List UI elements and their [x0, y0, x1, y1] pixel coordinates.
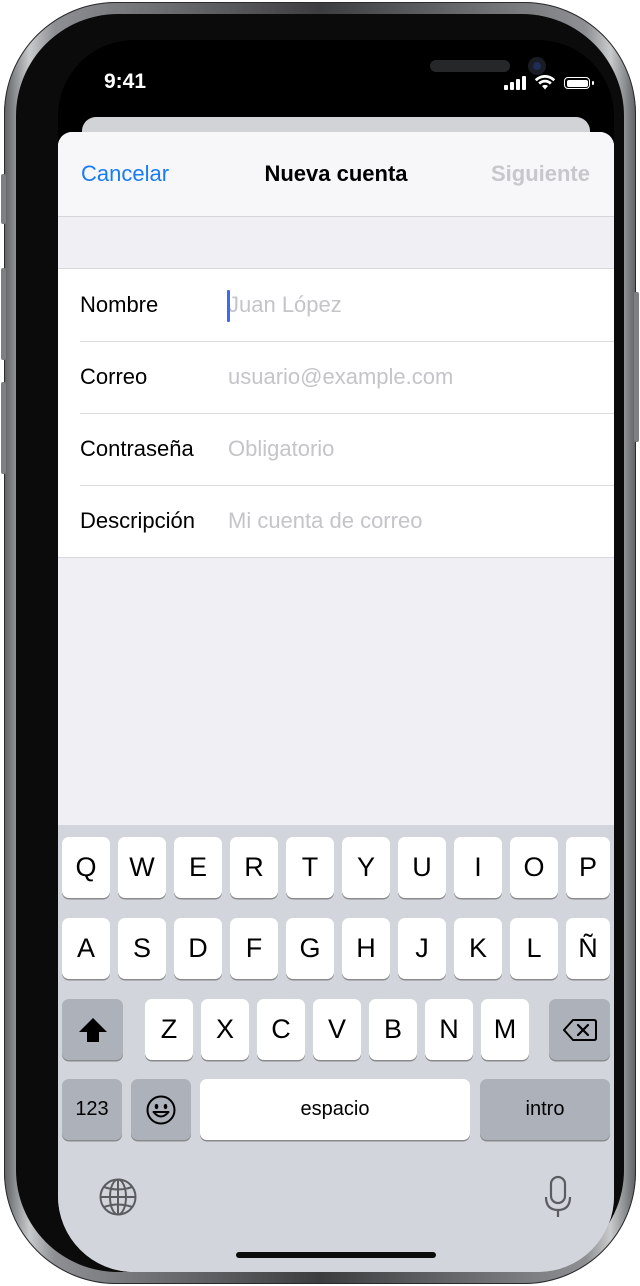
- key-d[interactable]: D: [174, 918, 222, 979]
- form-row-description: Descripción: [58, 485, 614, 557]
- shift-key[interactable]: [62, 999, 123, 1060]
- shift-icon: [78, 1017, 107, 1042]
- email-input[interactable]: [228, 357, 598, 397]
- delete-icon: [562, 1018, 597, 1041]
- key-u[interactable]: U: [398, 837, 446, 898]
- key-x[interactable]: X: [201, 999, 249, 1060]
- speaker-grille: [430, 60, 510, 72]
- text-cursor: [227, 290, 230, 322]
- volume-down-button: [1, 382, 6, 474]
- camera-icon: [528, 57, 546, 75]
- microphone-icon[interactable]: [544, 1175, 572, 1219]
- key-e[interactable]: E: [174, 837, 222, 898]
- emoji-key[interactable]: [131, 1079, 191, 1140]
- key-r[interactable]: R: [230, 837, 278, 898]
- next-button[interactable]: Siguiente: [491, 161, 590, 187]
- space-key[interactable]: espacio: [200, 1079, 470, 1140]
- volume-up-button: [1, 268, 6, 360]
- name-label: Nombre: [80, 292, 159, 317]
- cellular-signal-icon: [504, 76, 526, 90]
- key-o[interactable]: O: [510, 837, 558, 898]
- key-g[interactable]: G: [286, 918, 334, 979]
- password-label: Contraseña: [80, 436, 194, 461]
- key-y[interactable]: Y: [342, 837, 390, 898]
- notch: [192, 40, 546, 98]
- key-h[interactable]: H: [342, 918, 390, 979]
- form-row-password: Contraseña: [58, 413, 614, 485]
- key-c[interactable]: C: [257, 999, 305, 1060]
- keyboard: Q W E R T Y U I O P A S D F G H J K L Ñ …: [58, 825, 614, 1272]
- key-enye[interactable]: Ñ: [566, 918, 610, 979]
- emoji-icon: [146, 1095, 176, 1124]
- key-t[interactable]: T: [286, 837, 334, 898]
- description-input[interactable]: [228, 501, 598, 541]
- description-label: Descripción: [80, 508, 195, 533]
- key-q[interactable]: Q: [62, 837, 110, 898]
- screen: 9:41 Cancelar Nueva cuenta Siguiente Nom…: [58, 40, 614, 1272]
- key-n[interactable]: N: [425, 999, 473, 1060]
- page-title: Nueva cuenta: [264, 161, 408, 186]
- status-time: 9:41: [104, 70, 147, 93]
- key-m[interactable]: M: [481, 999, 529, 1060]
- mute-switch: [1, 174, 6, 224]
- key-i[interactable]: I: [454, 837, 502, 898]
- key-a[interactable]: A: [62, 918, 110, 979]
- form-row-name: Nombre: [58, 269, 614, 341]
- key-j[interactable]: J: [398, 918, 446, 979]
- wifi-icon: [534, 75, 556, 90]
- account-form: Nombre Correo Contraseña Descripción: [58, 268, 614, 558]
- key-z[interactable]: Z: [145, 999, 193, 1060]
- bezel: 9:41 Cancelar Nueva cuenta Siguiente Nom…: [16, 14, 624, 1272]
- phone-frame: 9:41 Cancelar Nueva cuenta Siguiente Nom…: [1, 2, 639, 1284]
- key-b[interactable]: B: [369, 999, 417, 1060]
- key-f[interactable]: F: [230, 918, 278, 979]
- status-icons: [504, 75, 594, 91]
- form-row-email: Correo: [58, 341, 614, 413]
- home-indicator[interactable]: [236, 1252, 436, 1258]
- navigation-bar: Cancelar Nueva cuenta Siguiente: [58, 132, 614, 217]
- new-account-sheet: Cancelar Nueva cuenta Siguiente Nombre C…: [58, 132, 614, 1272]
- cancel-button[interactable]: Cancelar: [81, 161, 169, 187]
- side-button: [634, 292, 639, 442]
- delete-key[interactable]: [549, 999, 610, 1060]
- email-label: Correo: [80, 364, 148, 389]
- key-s[interactable]: S: [118, 918, 166, 979]
- key-p[interactable]: P: [566, 837, 610, 898]
- battery-icon: [564, 77, 594, 89]
- key-k[interactable]: K: [454, 918, 502, 979]
- numbers-key[interactable]: 123: [62, 1079, 122, 1140]
- key-v[interactable]: V: [313, 999, 361, 1060]
- return-key[interactable]: intro: [480, 1079, 610, 1140]
- globe-icon[interactable]: [98, 1177, 138, 1217]
- key-l[interactable]: L: [510, 918, 558, 979]
- key-w[interactable]: W: [118, 837, 166, 898]
- name-input[interactable]: [228, 285, 598, 325]
- password-input[interactable]: [228, 429, 598, 469]
